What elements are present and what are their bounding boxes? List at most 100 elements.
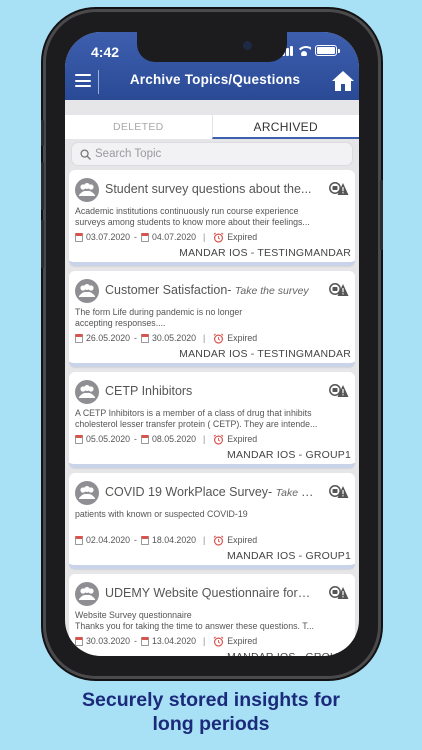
group-name: MANDAR IOS - TESTINGMANDAR xyxy=(179,348,351,360)
group-icon xyxy=(79,183,95,196)
volume-up-button xyxy=(41,162,44,210)
group-avatar xyxy=(75,481,99,505)
start-date: 02.04.2020 xyxy=(86,535,131,545)
start-date: 03.07.2020 xyxy=(86,232,131,242)
menu-icon[interactable] xyxy=(75,74,91,87)
date-separator: - xyxy=(134,636,137,646)
meta-divider: | xyxy=(203,535,206,545)
alarm-clock-icon xyxy=(213,232,224,243)
status-label: Expired xyxy=(227,535,258,545)
topic-description: Website Survey questionnaire Thanks you … xyxy=(75,610,351,632)
topic-title: UDEMY Website Questionnaire form... xyxy=(105,586,315,600)
phone-screen: 4:42 Archive Topics/Questions DELETED AR… xyxy=(65,32,359,656)
description-line: cholesterol lesser transfer protein ( CE… xyxy=(75,419,318,429)
topic-subtitle: Take the survey xyxy=(234,285,309,297)
notch xyxy=(137,32,287,62)
group-icon xyxy=(79,486,95,499)
phone-frame: 4:42 Archive Topics/Questions DELETED AR… xyxy=(41,12,383,676)
group-avatar xyxy=(75,380,99,404)
group-icon xyxy=(79,284,95,297)
topic-meta: 05.05.2020 - 08.05.2020 | Expired xyxy=(75,433,257,445)
status-label: Expired xyxy=(227,333,258,343)
lock-alert-icon[interactable] xyxy=(329,282,349,298)
topic-description: A CETP Inhibitors is a member of a class… xyxy=(75,408,351,430)
topic-card[interactable]: CETP Inhibitors A CETP Inhibitors is a m… xyxy=(69,372,355,468)
date-separator: - xyxy=(134,434,137,444)
calendar-icon xyxy=(75,535,83,545)
group-name: MANDAR IOS - TESTINGMANDAR xyxy=(179,247,351,259)
start-date: 26.05.2020 xyxy=(86,333,131,343)
description-line: Academic institutions continuously run c… xyxy=(75,206,299,216)
calendar-icon xyxy=(140,232,149,242)
group-avatar xyxy=(75,178,99,202)
topic-card[interactable]: UDEMY Website Questionnaire form... Webs… xyxy=(69,574,355,656)
meta-divider: | xyxy=(203,232,206,242)
volume-down-button xyxy=(41,220,44,268)
topic-title-text: Student survey questions about the... xyxy=(105,182,312,196)
date-separator: - xyxy=(134,232,137,242)
group-name: MANDAR IOS - GROUP1 xyxy=(227,651,351,656)
topic-title: Customer Satisfaction- Take the survey xyxy=(105,283,315,297)
calendar-icon xyxy=(75,636,83,646)
status-time: 4:42 xyxy=(91,44,120,60)
group-name: MANDAR IOS - GROUP1 xyxy=(227,550,351,562)
tab-bar: DELETED ARCHIVED xyxy=(65,115,359,139)
topic-title: Student survey questions about the... xyxy=(105,182,315,196)
end-date: 04.07.2020 xyxy=(151,232,196,242)
topic-description: Academic institutions continuously run c… xyxy=(75,206,351,228)
calendar-icon xyxy=(140,535,149,545)
lock-alert-icon[interactable] xyxy=(329,383,349,399)
nav-divider xyxy=(98,70,99,94)
description-line: Website Survey questionnaire xyxy=(75,610,192,620)
status-icons xyxy=(278,45,340,56)
description-line: surveys among students to know more abou… xyxy=(75,217,310,227)
lock-alert-icon[interactable] xyxy=(329,585,349,601)
marketing-caption: Securely stored insights for long period… xyxy=(0,688,422,736)
alarm-clock-icon xyxy=(213,333,224,344)
topic-description: The form Life during pandemic is no long… xyxy=(75,307,351,329)
topic-meta: 26.05.2020 - 30.05.2020 | Expired xyxy=(75,332,257,344)
description-line: accepting responses.... xyxy=(75,318,166,328)
date-separator: - xyxy=(134,333,137,343)
topic-title-text: COVID 19 WorkPlace Survey- xyxy=(105,485,273,499)
date-separator: - xyxy=(134,535,137,545)
calendar-icon xyxy=(140,434,149,444)
topic-title-text: CETP Inhibitors xyxy=(105,384,193,398)
tab-deleted[interactable]: DELETED xyxy=(65,115,212,139)
page-title: Archive Topics/Questions xyxy=(129,72,301,87)
description-line: Thanks you for taking the time to answer… xyxy=(75,621,314,631)
end-date: 30.05.2020 xyxy=(151,333,196,343)
topic-meta: 03.07.2020 - 04.07.2020 | Expired xyxy=(75,231,257,243)
status-label: Expired xyxy=(227,232,258,242)
end-date: 18.04.2020 xyxy=(151,535,196,545)
home-icon[interactable] xyxy=(331,69,355,93)
tab-archived[interactable]: ARCHIVED xyxy=(211,115,359,139)
alarm-clock-icon xyxy=(213,636,224,647)
group-avatar xyxy=(75,279,99,303)
topic-card[interactable]: Student survey questions about the... Ac… xyxy=(69,170,355,266)
calendar-icon xyxy=(75,232,83,242)
meta-divider: | xyxy=(203,333,206,343)
topic-meta: 30.03.2020 - 13.04.2020 | Expired xyxy=(75,635,257,647)
topic-subtitle: Take th... xyxy=(275,487,315,499)
status-label: Expired xyxy=(227,434,258,444)
lock-alert-icon[interactable] xyxy=(329,484,349,500)
topic-list: Student survey questions about the... Ac… xyxy=(65,170,359,656)
front-camera xyxy=(243,41,252,50)
alarm-clock-icon xyxy=(213,434,224,445)
group-icon xyxy=(79,385,95,398)
caption-line-2: long periods xyxy=(152,713,270,735)
search-input[interactable] xyxy=(95,148,335,160)
lock-alert-icon[interactable] xyxy=(329,181,349,197)
calendar-icon xyxy=(75,434,83,444)
topic-title: COVID 19 WorkPlace Survey- Take th... xyxy=(105,485,315,499)
search-bar xyxy=(71,142,353,166)
topic-meta: 02.04.2020 - 18.04.2020 | Expired xyxy=(75,534,257,546)
topic-card[interactable]: COVID 19 WorkPlace Survey- Take th... pa… xyxy=(69,473,355,569)
topic-card[interactable]: Customer Satisfaction- Take the survey T… xyxy=(69,271,355,367)
description-line: patients with known or suspected COVID-1… xyxy=(75,509,248,519)
meta-divider: | xyxy=(203,636,206,646)
calendar-icon xyxy=(75,333,83,343)
calendar-icon xyxy=(140,333,149,343)
topic-title-text: Customer Satisfaction- xyxy=(105,283,232,297)
